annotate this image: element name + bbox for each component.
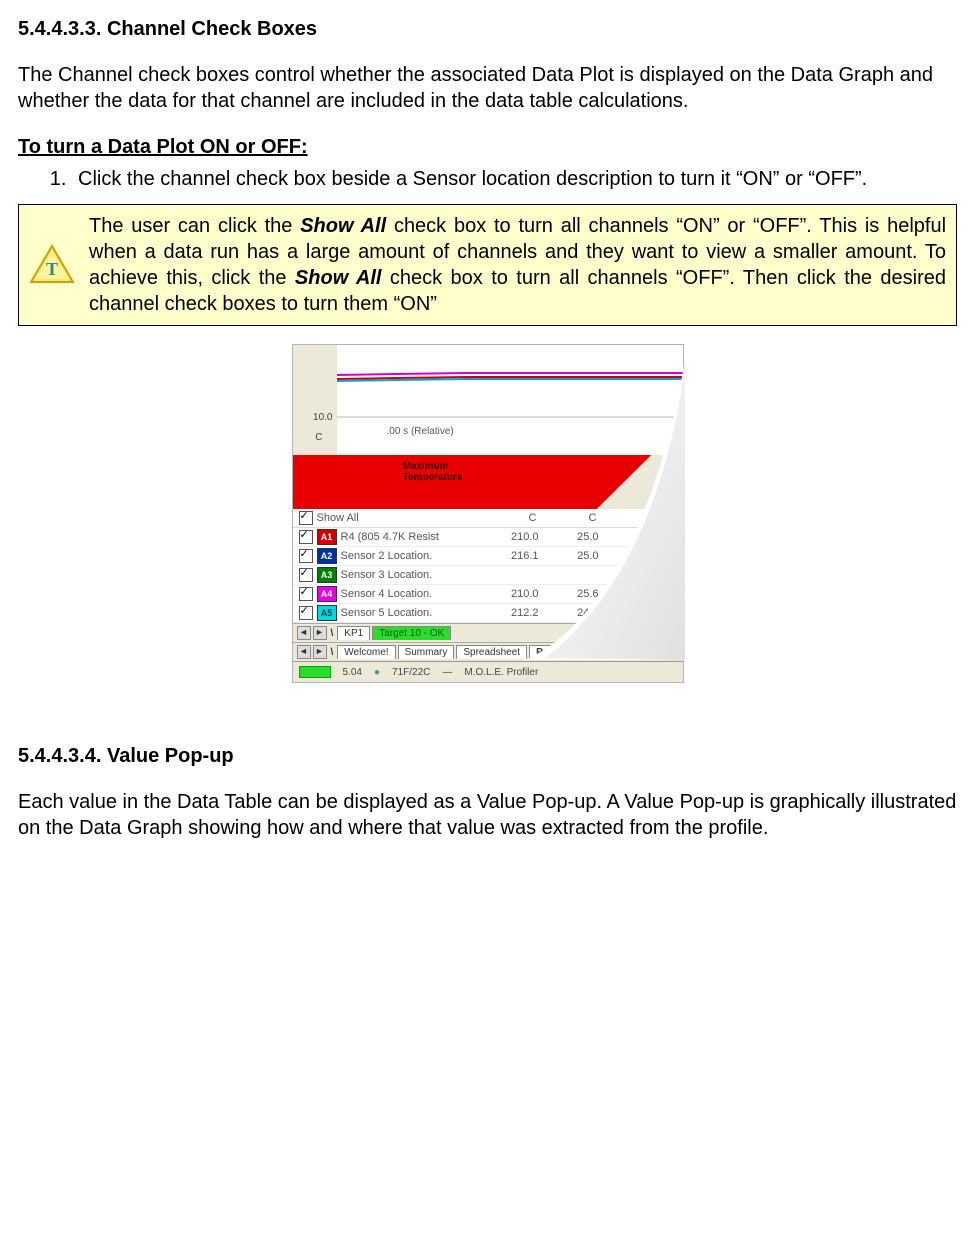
channel-checkbox[interactable] — [299, 606, 313, 620]
tab-welcome[interactable]: Welcome! — [337, 645, 395, 659]
col-unit-2: C — [547, 511, 597, 525]
table-row: A5 Sensor 5 Location. 212.2 24.4 — [293, 604, 683, 623]
channel-val1: 210.0 — [469, 530, 549, 544]
channel-val2: 25.0 — [549, 530, 599, 544]
channel-val1: 210.0 — [469, 587, 549, 601]
show-all-row: Show All C C — [293, 509, 683, 528]
status-value-1: 5.04 — [343, 666, 362, 679]
tab-summary[interactable]: Summary — [398, 645, 455, 659]
channel-val2: 25.6 — [549, 587, 599, 601]
channel-val2: 24.4 — [549, 606, 599, 620]
scroll-left-icon[interactable]: ◄ — [669, 626, 683, 640]
channel-chip: A2 — [317, 548, 337, 564]
x-axis-label: .00 s (Relative) — [387, 425, 454, 438]
channel-chip: A3 — [317, 567, 337, 583]
status-indicator — [299, 666, 331, 678]
bottom-tabstrip: ◄ ► \ Welcome! Summary Spreadsheet Profi… — [293, 642, 683, 661]
status-bar: 5.04 ● 71F/22C — M.O.L.E. Profiler — [293, 661, 683, 682]
table-row: A3 Sensor 3 Location. — [293, 566, 683, 585]
chart-area: 10.0 C .00 s (Relative) — [293, 345, 683, 455]
steps-list: Click the channel check box beside a Sen… — [18, 166, 957, 192]
channel-checkbox[interactable] — [299, 587, 313, 601]
section-2-intro: Each value in the Data Table can be disp… — [18, 789, 957, 841]
table-row: A2 Sensor 2 Location. 216.1 25.0 — [293, 547, 683, 566]
channel-desc: Sensor 3 Location. — [341, 568, 469, 582]
show-all-checkbox[interactable] — [299, 511, 313, 525]
show-all-label: Show All — [317, 511, 467, 525]
tip-box: T The user can click the Show All check … — [18, 204, 957, 326]
channel-checkbox[interactable] — [299, 549, 313, 563]
tab-arrow-right[interactable]: ► — [313, 645, 327, 659]
section-heading-2: 5.4.4.3.4. Value Pop-up — [18, 743, 957, 769]
y-unit: C — [315, 431, 322, 444]
channel-desc: Sensor 5 Location. — [341, 606, 469, 620]
howto-heading: To turn a Data Plot ON or OFF: — [18, 134, 957, 160]
table-row: A4 Sensor 4 Location. 210.0 25.6 — [293, 585, 683, 604]
tab-profile[interactable]: Profile — [529, 645, 574, 659]
channel-val1: 216.1 — [469, 549, 549, 563]
channel-desc: R4 (805 4.7K Resist — [341, 530, 469, 544]
channel-val1: 212.2 — [469, 606, 549, 620]
red-band-label: Maximum Temperature — [403, 461, 463, 483]
section-heading-1: 5.4.4.3.3. Channel Check Boxes — [18, 16, 957, 42]
channel-chip: A4 — [317, 586, 337, 602]
tab-arrow-left[interactable]: ◄ — [297, 645, 311, 659]
channel-checkbox[interactable] — [299, 568, 313, 582]
channel-val2: 25.0 — [549, 549, 599, 563]
tab-arrow-right[interactable]: ► — [313, 626, 327, 640]
screenshot-figure: 10.0 C .00 s (Relative) Maximum Temperat… — [292, 344, 684, 683]
channel-checkbox[interactable] — [299, 530, 313, 544]
channel-chip: A1 — [317, 529, 337, 545]
tip-text: The user can click the Show All check bo… — [89, 213, 946, 317]
kpi-tab[interactable]: KP1 — [337, 626, 370, 640]
kpi-tabstrip: ◄ ► \ KP1 Target 10 - OK ◄ — [293, 623, 683, 642]
status-value-3: M.O.L.E. Profiler — [464, 666, 538, 679]
col-unit-1: C — [467, 511, 547, 525]
status-value-2: 71F/22C — [392, 666, 430, 679]
kpi-target-tab[interactable]: Target 10 - OK — [372, 626, 451, 640]
svg-text:T: T — [46, 259, 58, 279]
channel-desc: Sensor 2 Location. — [341, 549, 469, 563]
table-row: A1 R4 (805 4.7K Resist 210.0 25.0 — [293, 528, 683, 547]
y-tick: 10.0 — [313, 411, 332, 424]
step-1: Click the channel check box beside a Sen… — [72, 166, 957, 192]
tip-icon: T — [29, 244, 75, 286]
channel-chip: A5 — [317, 605, 337, 621]
tab-arrow-left[interactable]: ◄ — [297, 626, 311, 640]
tab-spreadsheet[interactable]: Spreadsheet — [456, 645, 527, 659]
red-summary-band: Maximum Temperature — [293, 455, 683, 509]
section-1-intro: The Channel check boxes control whether … — [18, 62, 957, 114]
channel-desc: Sensor 4 Location. — [341, 587, 469, 601]
channel-table: Show All C C A1 R4 (805 4.7K Resist 210.… — [293, 509, 683, 661]
